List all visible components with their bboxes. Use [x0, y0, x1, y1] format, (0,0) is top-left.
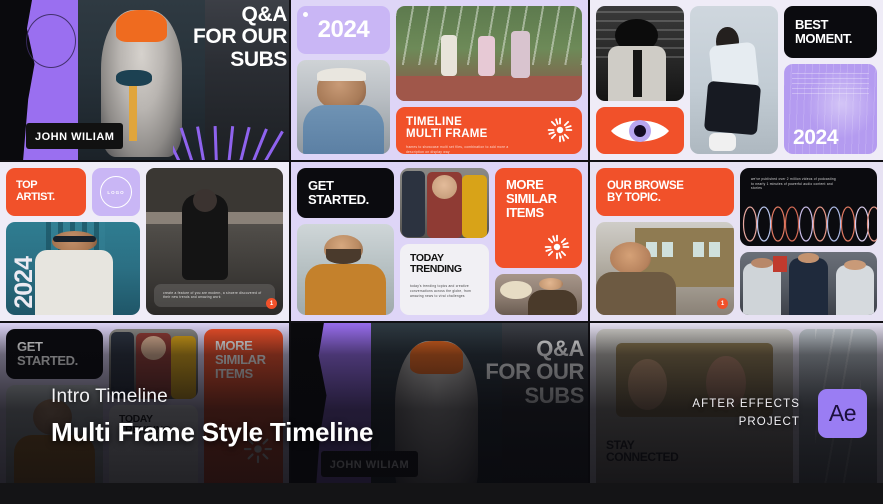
- year-card-label: 2024: [317, 16, 370, 44]
- dot-marker: [303, 12, 308, 17]
- title-overlay: Intro Timeline Multi Frame Style Timelin…: [51, 386, 374, 448]
- today-trending-card[interactable]: TODAY TRENDING today's trending topics a…: [400, 244, 489, 315]
- row-top: Q&A FOR OUR SUBS JOHN WILIAM 2024 TIMELI…: [0, 0, 883, 160]
- timeline-banner-body: frames to showcase multi set files, comb…: [406, 145, 509, 154]
- top-artist-line2: ARTIST.: [16, 191, 55, 203]
- today-trending-body: today's trending topics and creative con…: [410, 284, 472, 298]
- eye-card[interactable]: [596, 107, 684, 154]
- row1-right-cell: BEST MOMENT. 2024: [590, 0, 883, 160]
- hero-name-label: JOHN WILIAM: [35, 131, 115, 143]
- after-effects-badge: Ae: [818, 389, 867, 438]
- after-effects-lines: AFTER EFFECTS PROJECT: [692, 396, 800, 431]
- after-effects-badge-label: Ae: [828, 400, 857, 426]
- fashion-photo-card[interactable]: create a feature of you are modern, a si…: [146, 168, 283, 315]
- beard-portrait-card[interactable]: [297, 224, 394, 315]
- office-badge: 1: [717, 298, 728, 309]
- eye-icon: [611, 119, 669, 142]
- audio-card-body: we've published over 2 million videos of…: [751, 177, 836, 191]
- hero-headline: Q&A FOR OUR SUBS: [154, 3, 288, 71]
- hat-photo-card[interactable]: [495, 274, 582, 315]
- crew-photo-card[interactable]: [740, 252, 877, 315]
- purple-2024-label: 2024: [793, 125, 839, 149]
- torn-purple-strip: [23, 0, 87, 160]
- ray-decoration: [173, 118, 289, 160]
- logo-circle: LOGO: [100, 176, 132, 208]
- hero-headline-line1: Q&A: [241, 3, 288, 26]
- artist-2024-vertical-label: 2024: [10, 257, 38, 309]
- get-started-card[interactable]: GET STARTED.: [297, 168, 394, 218]
- get-started-line2: STARTED.: [308, 192, 369, 207]
- today-trending-line2: TRENDING: [410, 263, 462, 276]
- portrait-card[interactable]: [297, 60, 390, 154]
- top-artist-card[interactable]: TOP ARTIST.: [6, 168, 86, 216]
- overlay-title: Multi Frame Style Timeline: [51, 417, 374, 447]
- fashion-caption: create a feature of you are modern, a si…: [163, 290, 262, 300]
- torn-dark-strip: [0, 0, 76, 160]
- best-moment-card[interactable]: BEST MOMENT.: [784, 6, 877, 58]
- more-similar-line3: ITEMS: [506, 204, 544, 220]
- audio-card[interactable]: we've published over 2 million videos of…: [740, 168, 877, 246]
- logo-card[interactable]: LOGO: [92, 168, 140, 216]
- street-photo-card[interactable]: [400, 168, 489, 238]
- hero-collage-cell: Q&A FOR OUR SUBS JOHN WILIAM: [0, 0, 289, 160]
- after-effects-line1: AFTER EFFECTS: [692, 398, 800, 411]
- after-effects-line2: PROJECT: [738, 415, 800, 428]
- more-similar-line1: MORE: [506, 177, 544, 192]
- office-photo-card[interactable]: 1: [596, 222, 734, 315]
- starburst-icon: [547, 117, 573, 143]
- artist-2024-card[interactable]: 2024: [6, 222, 140, 315]
- fashion-badge: 1: [266, 298, 277, 309]
- hero-photo: [78, 0, 206, 160]
- best-moment-line1: BEST: [795, 17, 829, 33]
- starburst-icon: [544, 234, 570, 260]
- fashion-caption-box: create a feature of you are modern, a si…: [154, 283, 275, 307]
- after-effects-credit: AFTER EFFECTS PROJECT Ae: [692, 389, 867, 438]
- row2-left-cell: TOP ARTIST. LOGO 2024 create a feature o…: [0, 162, 289, 321]
- more-similar-card[interactable]: MORE SIMILAR ITEMS: [495, 168, 582, 268]
- hero-headline-line2: FOR OUR: [192, 25, 287, 49]
- bottom-bar: [0, 483, 883, 504]
- get-started-line1: GET: [308, 178, 334, 194]
- our-browse-card[interactable]: OUR BROWSE BY TOPIC.: [596, 168, 734, 216]
- row-middle: TOP ARTIST. LOGO 2024 create a feature o…: [0, 162, 883, 321]
- row2-right-cell: OUR BROWSE BY TOPIC. 1 we've published o…: [590, 162, 883, 321]
- group-photo-card[interactable]: [396, 6, 582, 101]
- scribble-decoration: [26, 14, 76, 69]
- bw-portrait-card[interactable]: [596, 6, 684, 101]
- timeline-banner[interactable]: TIMELINE MULTI FRAME frames to showcase …: [396, 107, 582, 154]
- more-similar-line2: SIMILAR: [506, 190, 557, 206]
- waveform-rings-icon: [742, 206, 877, 242]
- logo-label: LOGO: [107, 189, 125, 195]
- year-card-2024[interactable]: 2024: [297, 6, 390, 54]
- row2-middle-cell: GET STARTED. TODAY TRENDING today's tren…: [291, 162, 588, 321]
- overlay-subtitle: Intro Timeline: [51, 386, 168, 407]
- video-preview-frame: Q&A FOR OUR SUBS JOHN WILIAM 2024 TIMELI…: [0, 0, 883, 504]
- best-moment-line2: MOMENT.: [795, 31, 853, 46]
- seated-portrait-card[interactable]: [690, 6, 778, 154]
- our-browse-line2: BY TOPIC.: [607, 192, 661, 204]
- hero-name-tag: JOHN WILIAM: [26, 123, 124, 149]
- row1-middle-cell: 2024 TIMELINE MULTI FRAME frames to show…: [291, 0, 588, 160]
- our-browse-line1: OUR BROWSE: [607, 179, 684, 192]
- hero-headline-line3: SUBS: [230, 47, 287, 71]
- purple-2024-card[interactable]: 2024: [784, 64, 877, 154]
